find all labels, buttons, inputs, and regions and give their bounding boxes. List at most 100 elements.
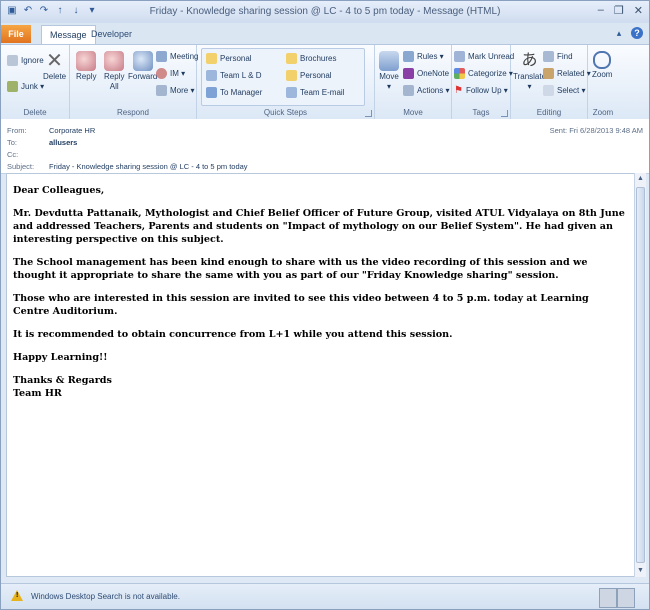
- editing-group: あ Translate ▾ Find Related ▾ Select ▾ Ed…: [511, 45, 591, 119]
- reply-all-button[interactable]: Reply All: [104, 51, 124, 91]
- meeting-button[interactable]: Meeting: [156, 51, 198, 62]
- respond-group-label: Respond: [116, 108, 150, 117]
- respond-group: Reply Reply All Forward Meeting IM ▾ Mor…: [70, 45, 198, 119]
- people-pane-toggle-icon[interactable]: [617, 588, 635, 608]
- paragraph-2: The School management has been kind enou…: [13, 257, 588, 281]
- outlook-message-window: ▣ ↶ ↷ ↑ ↓ ▾ Friday - Knowledge sharing s…: [0, 0, 650, 610]
- help-icon[interactable]: ?: [631, 27, 643, 39]
- mark-unread-icon: [454, 51, 465, 62]
- quick-steps-gallery: Personal Brochures Team L & D Personal T…: [201, 48, 365, 106]
- ribbon: Ignore Junk ▾ ✕ Delete Delete Reply Repl…: [1, 44, 649, 120]
- people-pane-icon[interactable]: [599, 588, 617, 608]
- im-button[interactable]: IM ▾: [156, 68, 185, 79]
- quick-step-team-ld[interactable]: Team L & D: [206, 70, 262, 81]
- quick-steps-label: Quick Steps: [263, 108, 308, 117]
- magnifier-icon: [593, 51, 612, 69]
- sent-label: Sent:: [549, 126, 568, 135]
- from-label: From:: [7, 126, 27, 135]
- tab-file[interactable]: File: [1, 25, 31, 43]
- folder-icon: [286, 70, 297, 81]
- paragraph-4: It is recommended to obtain concurrence …: [13, 329, 453, 340]
- select-button[interactable]: Select ▾: [543, 85, 585, 96]
- sent-value: Fri 6/28/2013 9:48 AM: [569, 126, 643, 135]
- sent-info: Sent: Fri 6/28/2013 9:48 AM: [550, 126, 643, 135]
- categorize-icon: [454, 68, 465, 79]
- vertical-scrollbar[interactable]: ▲ ▼: [634, 173, 646, 577]
- reply-button[interactable]: Reply: [76, 51, 96, 81]
- scroll-up-icon[interactable]: ▲: [636, 174, 645, 184]
- quick-steps-launcher-icon[interactable]: [365, 110, 372, 117]
- signature-line-2: Team HR: [13, 388, 62, 399]
- status-bar: ! Windows Desktop Search is not availabl…: [1, 583, 649, 609]
- title-bar: ▣ ↶ ↷ ↑ ↓ ▾ Friday - Knowledge sharing s…: [1, 1, 649, 24]
- binoculars-icon: [543, 51, 554, 62]
- more-button[interactable]: More ▾: [156, 85, 194, 96]
- subject-label: Subject:: [7, 162, 35, 171]
- find-button[interactable]: Find: [543, 51, 573, 62]
- scroll-down-icon[interactable]: ▼: [636, 566, 645, 576]
- im-icon: [156, 68, 167, 79]
- paragraph-3: Those who are interested in this session…: [13, 293, 589, 317]
- junk-icon: [7, 81, 18, 92]
- quick-steps-group: Personal Brochures Team L & D Personal T…: [197, 45, 375, 119]
- cc-label: Cc:: [7, 150, 19, 159]
- quick-step-personal-2[interactable]: Personal: [286, 70, 332, 81]
- to-manager-icon: [206, 87, 217, 98]
- signature-line-1: Thanks & Regards: [13, 375, 112, 386]
- quick-step-to-manager[interactable]: To Manager: [206, 87, 262, 98]
- forward-icon: [132, 51, 153, 71]
- move-icon: [379, 51, 399, 71]
- mark-unread-button[interactable]: Mark Unread: [454, 51, 514, 62]
- select-cursor-icon: [543, 85, 554, 96]
- translate-button[interactable]: あ Translate ▾: [513, 51, 546, 91]
- forward-button[interactable]: Forward: [128, 51, 157, 81]
- message-header: From: Corporate HR To: allusers Cc: Subj…: [1, 119, 649, 174]
- minimize-button[interactable]: –: [598, 4, 604, 17]
- rules-icon: [403, 51, 414, 62]
- message-body[interactable]: Dear Colleagues, Mr. Devdutta Pattanaik,…: [6, 173, 635, 577]
- quick-step-brochures[interactable]: Brochures: [286, 53, 336, 64]
- close-button[interactable]: ✕: [634, 4, 643, 17]
- team-email-icon: [286, 87, 297, 98]
- ignore-button[interactable]: Ignore: [7, 55, 44, 66]
- ribbon-tabs: File Message Developer ▴ ?: [1, 23, 649, 44]
- more-icon: [156, 85, 167, 96]
- greeting: Dear Colleagues,: [13, 185, 105, 196]
- zoom-button[interactable]: Zoom: [592, 51, 612, 79]
- move-button[interactable]: Move ▾: [379, 51, 399, 91]
- delete-group-label: Delete: [23, 108, 47, 117]
- ignore-icon: [7, 55, 18, 66]
- collapse-ribbon-icon[interactable]: ▴: [613, 27, 625, 39]
- folder-icon: [206, 53, 217, 64]
- quick-step-team-email[interactable]: Team E-mail: [286, 87, 344, 98]
- restore-button[interactable]: ❐: [614, 4, 624, 17]
- zoom-group-label: Zoom: [592, 108, 614, 117]
- from-value[interactable]: Corporate HR: [49, 126, 95, 135]
- onenote-button[interactable]: OneNote: [403, 68, 449, 79]
- paragraph-5: Happy Learning!!: [13, 352, 108, 363]
- flag-icon: ⚑: [454, 85, 463, 96]
- ribbon-right-controls: ▴ ?: [613, 27, 643, 39]
- delete-group: Ignore Junk ▾ ✕ Delete Delete: [1, 45, 70, 119]
- to-label: To:: [7, 138, 18, 147]
- to-value[interactable]: allusers: [49, 138, 77, 147]
- related-button[interactable]: Related ▾: [543, 68, 591, 79]
- tab-developer[interactable]: Developer: [83, 25, 140, 43]
- translate-icon: あ: [521, 52, 538, 69]
- subject-value: Friday - Knowledge sharing session @ LC …: [49, 162, 248, 171]
- actions-button[interactable]: Actions ▾: [403, 85, 449, 96]
- zoom-group: Zoom Zoom: [588, 45, 618, 119]
- junk-button[interactable]: Junk ▾: [7, 81, 44, 92]
- quick-step-personal-1[interactable]: Personal: [206, 53, 252, 64]
- rules-button[interactable]: Rules ▾: [403, 51, 444, 62]
- delete-button[interactable]: ✕ Delete: [43, 51, 66, 81]
- window-controls: – ❐ ✕: [598, 4, 643, 17]
- paragraph-1: Mr. Devdutta Pattanaik, Mythologist and …: [13, 208, 625, 245]
- categorize-button[interactable]: Categorize ▾: [454, 68, 513, 79]
- reply-all-icon: [104, 51, 125, 71]
- tags-launcher-icon[interactable]: [501, 110, 508, 117]
- onenote-icon: [403, 68, 414, 79]
- move-group: Move ▾ Rules ▾ OneNote Actions ▾ Move: [375, 45, 452, 119]
- scroll-thumb[interactable]: [636, 187, 645, 563]
- follow-up-button[interactable]: ⚑ Follow Up ▾: [454, 85, 508, 96]
